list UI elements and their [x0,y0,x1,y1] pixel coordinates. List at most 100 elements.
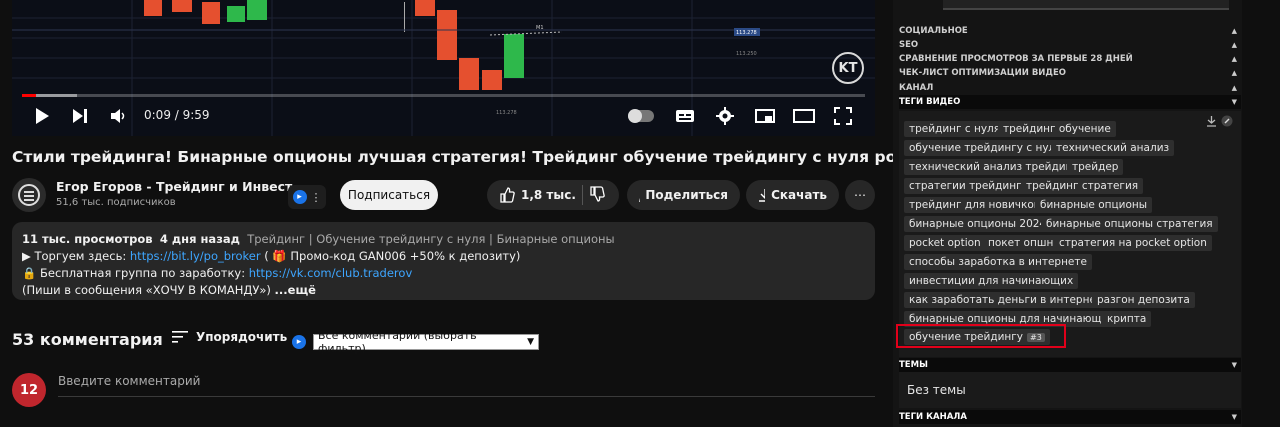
video-tag[interactable]: технический анализ [1051,140,1175,156]
video-tag[interactable]: трейдер [1067,159,1124,175]
more-actions-button[interactable]: ⋯ [845,180,875,210]
panel-row-social[interactable]: СОЦИАЛЬНОЕ ▲ [899,24,1241,38]
next-button[interactable] [70,104,90,128]
comment-input[interactable]: Введите комментарий [58,373,875,397]
like-dislike-group: 1,8 тыс. [487,180,619,210]
filter-extension-icon: ▸ [292,335,306,349]
theater-mode-button[interactable] [792,104,816,128]
divider [581,185,583,205]
sort-label: Упорядочить [196,330,288,344]
panel-row-video-tags[interactable]: ТЕГИ ВИДЕО ▼ [899,95,1241,109]
video-tag[interactable]: стратегия на pocket option [1054,235,1212,251]
dislike-button[interactable] [589,185,605,205]
paperclip-icon[interactable] [1221,115,1233,127]
subscriber-count: 51,6 тыс. подписчиков [56,197,176,208]
user-avatar[interactable]: 12 [12,373,46,407]
video-title: Стили трейдинга! Бинарные опционы лучшая… [12,148,995,166]
broker-link[interactable]: https://bit.ly/po_broker [130,249,261,263]
sort-button[interactable]: Упорядочить [172,330,287,344]
panel-row-seo[interactable]: SEO ▲ [899,38,1241,52]
thumbnail-edge [943,0,1229,10]
row-label: ТЕГИ ВИДЕО [899,97,961,107]
description-tags: Трейдинг | Обучение трейдингу с нуля | Б… [247,232,615,246]
share-button[interactable]: Поделиться [627,180,740,210]
chart-price-tag: 113.278 [736,30,757,36]
like-button[interactable]: 1,8 тыс. [499,187,576,203]
chevron-up-icon: ▲ [1231,27,1237,35]
view-count: 11 тыс. просмотров [22,232,153,246]
panel-row-checklist[interactable]: ЧЕК-ЛИСТ ОПТИМИЗАЦИИ ВИДЕО ▲ [899,66,1241,80]
video-tag[interactable]: бинарные опционы 2024 [904,216,1052,232]
progress-fill [22,94,36,97]
chevron-up-icon: ▲ [1231,55,1237,63]
video-tag[interactable]: инвестиции для начинающих [904,273,1079,289]
upload-date: 4 дня назад [159,232,240,246]
channel-name[interactable]: Егор Егоров - Трейдинг и Инвест… [56,179,305,194]
row-label: SEO [899,40,919,50]
video-tag[interactable]: бинарные опционы стратегия [1041,216,1218,232]
panel-row-themes[interactable]: ТЕМЫ ▼ [899,358,1241,372]
channel-avatar[interactable] [12,178,46,212]
fullscreen-button[interactable] [832,104,854,128]
tag-tools [1206,115,1233,127]
themes-value: Без темы [899,372,1241,408]
description-line1-prefix: ▶ Торгуем здесь: [22,249,130,263]
row-label: ЧЕК-ЛИСТ ОПТИМИЗАЦИИ ВИДЕО [899,68,1067,78]
autoplay-toggle[interactable] [626,104,656,128]
video-tag[interactable]: обучение трейдингу с нуля [904,140,1067,156]
download-icon [759,189,766,202]
theater-icon [793,109,815,123]
video-tag[interactable]: трейдинг для новичков [904,197,1045,213]
download-icon[interactable] [1206,115,1217,127]
play-button[interactable] [32,104,52,128]
next-icon [73,109,87,123]
panel-row-views-compare[interactable]: СРАВНЕНИЕ ПРОСМОТРОВ ЗА ПЕРВЫЕ 28 ДНЕЙ ▲ [899,52,1241,66]
time-display: 0:09 / 9:59 [144,108,210,122]
description-box[interactable]: 11 тыс. просмотров 4 дня назад Трейдинг … [12,222,875,300]
subscribe-button[interactable]: Подписаться [340,180,438,210]
highlight-frame [896,324,1066,348]
chevron-up-icon: ▲ [1231,41,1237,49]
video-tag[interactable]: разгон депозита [1092,292,1195,308]
row-label: ТЕМЫ [899,360,928,370]
subtitles-button[interactable] [674,104,696,128]
video-tag[interactable]: трейдинг с нуля [904,121,1006,137]
video-tag[interactable]: крипта [1102,311,1152,327]
share-label: Поделиться [645,188,728,202]
settings-button[interactable] [714,104,736,128]
vk-link[interactable]: https://vk.com/club.traderov [249,266,413,280]
video-tag[interactable]: способы заработка в интернете [904,254,1092,270]
row-label: КАНАЛ [899,83,934,93]
progress-bar[interactable] [22,94,865,97]
chevron-down-icon: ▼ [1231,98,1237,106]
panel-row-channel[interactable]: КАНАЛ ▲ [899,81,1241,95]
volume-button[interactable] [108,104,130,128]
description-line2-prefix: 🔒 Бесплатная группа по заработку: [22,266,249,280]
miniplayer-button[interactable] [754,104,776,128]
show-more-link[interactable]: ...ещё [275,283,316,297]
fullscreen-icon [834,107,852,125]
video-tag[interactable]: бинарные опционы [1035,197,1153,213]
video-player[interactable]: M1 113.278 113.250 113.278 KT 0:09 / 9:5… [12,0,875,136]
row-label: СОЦИАЛЬНОЕ [899,26,968,36]
extension-button[interactable]: ▸ ⋮ [288,185,326,209]
download-button[interactable]: Скачать [746,180,839,210]
video-tag[interactable]: pocket option [904,235,986,251]
comment-filter-select[interactable]: Все комментарии (выбрать фильтр) ▼ [313,329,539,355]
video-tag[interactable]: трейдинг обучение [998,121,1116,137]
download-label: Скачать [771,188,827,202]
chevron-up-icon: ▲ [1231,69,1237,77]
video-tag[interactable]: как заработать деньги в интернете [904,292,1114,308]
chevron-down-icon: ▼ [527,337,534,347]
like-count: 1,8 тыс. [521,188,576,202]
video-tag[interactable]: покет опшн [983,235,1059,251]
toggle-knob [628,109,642,123]
video-tag[interactable]: стратегии трейдинга [904,178,1034,194]
comments-count: 53 комментария [12,330,163,349]
kebab-icon: ⋮ [310,190,322,204]
video-tag[interactable]: технический анализ трейдинг [904,159,1083,175]
chart-video-frame: M1 113.278 113.250 113.278 [12,0,875,136]
chevron-down-icon: ▼ [1231,413,1237,421]
panel-row-channel-tags[interactable]: ТЕГИ КАНАЛА ▼ [899,410,1241,424]
video-tag[interactable]: трейдинг стратегия [1021,178,1144,194]
